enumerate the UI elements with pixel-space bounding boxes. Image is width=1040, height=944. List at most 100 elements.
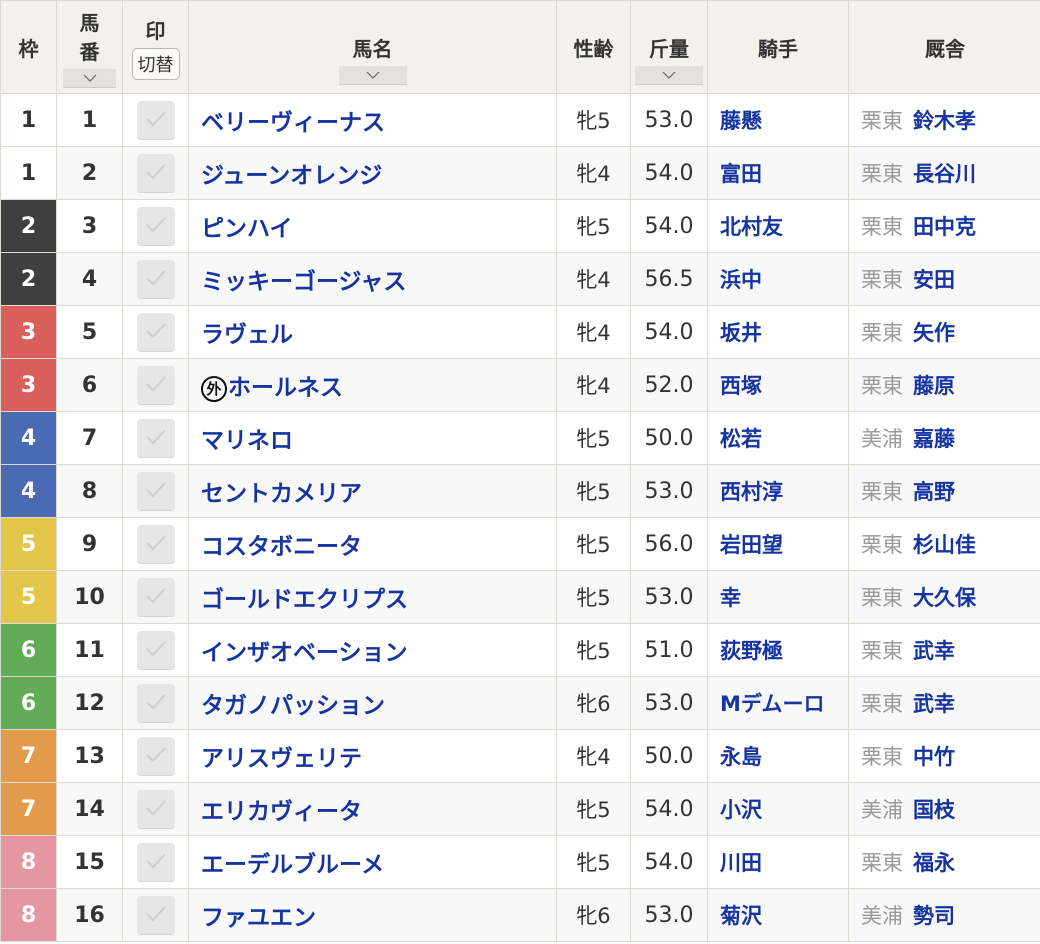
horse-name-cell: エリカヴィータ — [188, 782, 557, 836]
weight-cell: 54.0 — [630, 305, 708, 359]
mark-toggle-button[interactable]: 切替 — [131, 47, 180, 80]
table-row: 4 8 セントカメリア 牝5 53.0 西村淳 栗東 高野 — [0, 464, 1040, 518]
trainer-cell: 栗東 武幸 — [848, 623, 1040, 677]
horse-name-link[interactable]: ベリーヴィーナス — [201, 110, 385, 136]
horse-name-link[interactable]: コスタボニータ — [201, 534, 362, 560]
trainer-link[interactable]: 杉山佳 — [913, 533, 976, 557]
jockey-link[interactable]: 幸 — [720, 586, 741, 610]
trainer-link[interactable]: 矢作 — [913, 321, 955, 345]
umaban-cell: 11 — [56, 623, 123, 677]
sort-umaban-button[interactable] — [63, 68, 116, 88]
mark-checkbox[interactable] — [136, 524, 175, 564]
check-icon — [145, 905, 166, 921]
mark-checkbox[interactable] — [136, 312, 175, 352]
jockey-link[interactable]: 西塚 — [720, 374, 762, 398]
trainer-link[interactable]: 中竹 — [913, 745, 955, 769]
trainer-link[interactable]: 国枝 — [913, 798, 955, 822]
weight-cell: 54.0 — [630, 146, 708, 200]
weight-cell: 50.0 — [630, 729, 708, 783]
mark-cell — [122, 411, 189, 465]
trainer-link[interactable]: 高野 — [913, 480, 955, 504]
jockey-cell: 永島 — [707, 729, 849, 783]
mark-checkbox[interactable] — [136, 153, 175, 193]
waku-cell: 4 — [0, 411, 57, 465]
trainer-link[interactable]: 安田 — [913, 268, 955, 292]
mark-checkbox[interactable] — [136, 789, 175, 829]
mark-checkbox[interactable] — [136, 630, 175, 670]
horse-name-link[interactable]: アリスヴェリテ — [201, 746, 362, 772]
jockey-link[interactable]: 松若 — [720, 427, 762, 451]
trainer-link[interactable]: 田中克 — [913, 215, 976, 239]
horse-name-link[interactable]: インザオベーション — [201, 640, 408, 666]
sort-weight-button[interactable] — [635, 66, 703, 85]
jockey-link[interactable]: 小沢 — [720, 798, 762, 822]
horse-name-link[interactable]: ジューンオレンジ — [201, 163, 382, 189]
mark-checkbox[interactable] — [136, 100, 175, 140]
table-row: 1 2 ジューンオレンジ 牝4 54.0 富田 栗東 長谷川 — [0, 146, 1040, 200]
table-row: 5 9 コスタボニータ 牝5 56.0 岩田望 栗東 杉山佳 — [0, 517, 1040, 571]
horse-name-link[interactable]: タガノパッション — [201, 693, 385, 719]
horse-name-cell: タガノパッション — [188, 676, 557, 730]
trainer-area: 栗東 — [861, 851, 903, 875]
table-row: 7 13 アリスヴェリテ 牝4 50.0 永島 栗東 中竹 — [0, 729, 1040, 783]
header-weight: 斤量 — [630, 0, 708, 94]
mark-checkbox[interactable] — [136, 683, 175, 723]
mark-checkbox[interactable] — [136, 842, 175, 882]
mark-checkbox[interactable] — [136, 206, 175, 246]
mark-checkbox[interactable] — [136, 895, 175, 935]
horse-name-link[interactable]: ファユエン — [201, 905, 316, 931]
trainer-link[interactable]: 長谷川 — [913, 162, 976, 186]
trainer-area: 栗東 — [861, 109, 903, 133]
horse-name-link[interactable]: エリカヴィータ — [201, 799, 362, 825]
mark-checkbox[interactable] — [136, 259, 175, 299]
waku-cell: 5 — [0, 570, 57, 624]
jockey-link[interactable]: Mデムーロ — [720, 692, 824, 716]
horse-name-link[interactable]: エーデルブルーメ — [201, 852, 384, 878]
mark-checkbox[interactable] — [136, 471, 175, 511]
sort-name-button[interactable] — [338, 66, 407, 85]
mark-checkbox[interactable] — [136, 577, 175, 617]
trainer-link[interactable]: 勢司 — [913, 904, 955, 928]
weight-cell: 54.0 — [630, 782, 708, 836]
jockey-cell: 富田 — [707, 146, 849, 200]
horse-name-link[interactable]: ホールネス — [228, 375, 343, 401]
sex-age-cell: 牝5 — [556, 782, 631, 836]
jockey-link[interactable]: 川田 — [720, 851, 762, 875]
mark-checkbox[interactable] — [136, 736, 175, 776]
jockey-link[interactable]: 岩田望 — [720, 533, 783, 557]
horse-name-link[interactable]: ラヴェル — [201, 322, 293, 348]
horse-name-link[interactable]: ピンハイ — [201, 216, 293, 242]
mark-cell — [122, 782, 189, 836]
jockey-link[interactable]: 西村淳 — [720, 480, 783, 504]
waku-cell: 8 — [0, 835, 57, 889]
weight-cell: 50.0 — [630, 411, 708, 465]
trainer-link[interactable]: 福永 — [913, 851, 955, 875]
horse-name-link[interactable]: セントカメリア — [201, 481, 362, 507]
jockey-link[interactable]: 浜中 — [720, 268, 762, 292]
trainer-cell: 栗東 大久保 — [848, 570, 1040, 624]
horse-name-link[interactable]: ゴールドエクリプス — [201, 587, 408, 613]
waku-cell: 5 — [0, 517, 57, 571]
jockey-link[interactable]: 北村友 — [720, 215, 783, 239]
trainer-link[interactable]: 武幸 — [913, 692, 955, 716]
trainer-link[interactable]: 大久保 — [913, 586, 976, 610]
trainer-link[interactable]: 武幸 — [913, 639, 955, 663]
jockey-link[interactable]: 富田 — [720, 162, 762, 186]
trainer-link[interactable]: 藤原 — [913, 374, 955, 398]
jockey-link[interactable]: 永島 — [720, 745, 762, 769]
jockey-link[interactable]: 藤懸 — [720, 109, 762, 133]
mark-cell — [122, 305, 189, 359]
mark-checkbox[interactable] — [136, 418, 175, 458]
horse-name-cell: ジューンオレンジ — [188, 146, 557, 200]
trainer-link[interactable]: 嘉藤 — [913, 427, 955, 451]
horse-name-cell: ミッキーゴージャス — [188, 252, 557, 306]
mark-checkbox[interactable] — [136, 365, 175, 405]
horse-name-link[interactable]: ミッキーゴージャス — [201, 269, 406, 295]
trainer-link[interactable]: 鈴木孝 — [913, 109, 976, 133]
umaban-cell: 8 — [56, 464, 123, 518]
jockey-link[interactable]: 菊沢 — [720, 904, 762, 928]
jockey-link[interactable]: 荻野極 — [720, 639, 783, 663]
horse-name-link[interactable]: マリネロ — [201, 428, 293, 454]
header-umaban: 馬 番 — [56, 0, 123, 94]
jockey-link[interactable]: 坂井 — [720, 321, 762, 345]
